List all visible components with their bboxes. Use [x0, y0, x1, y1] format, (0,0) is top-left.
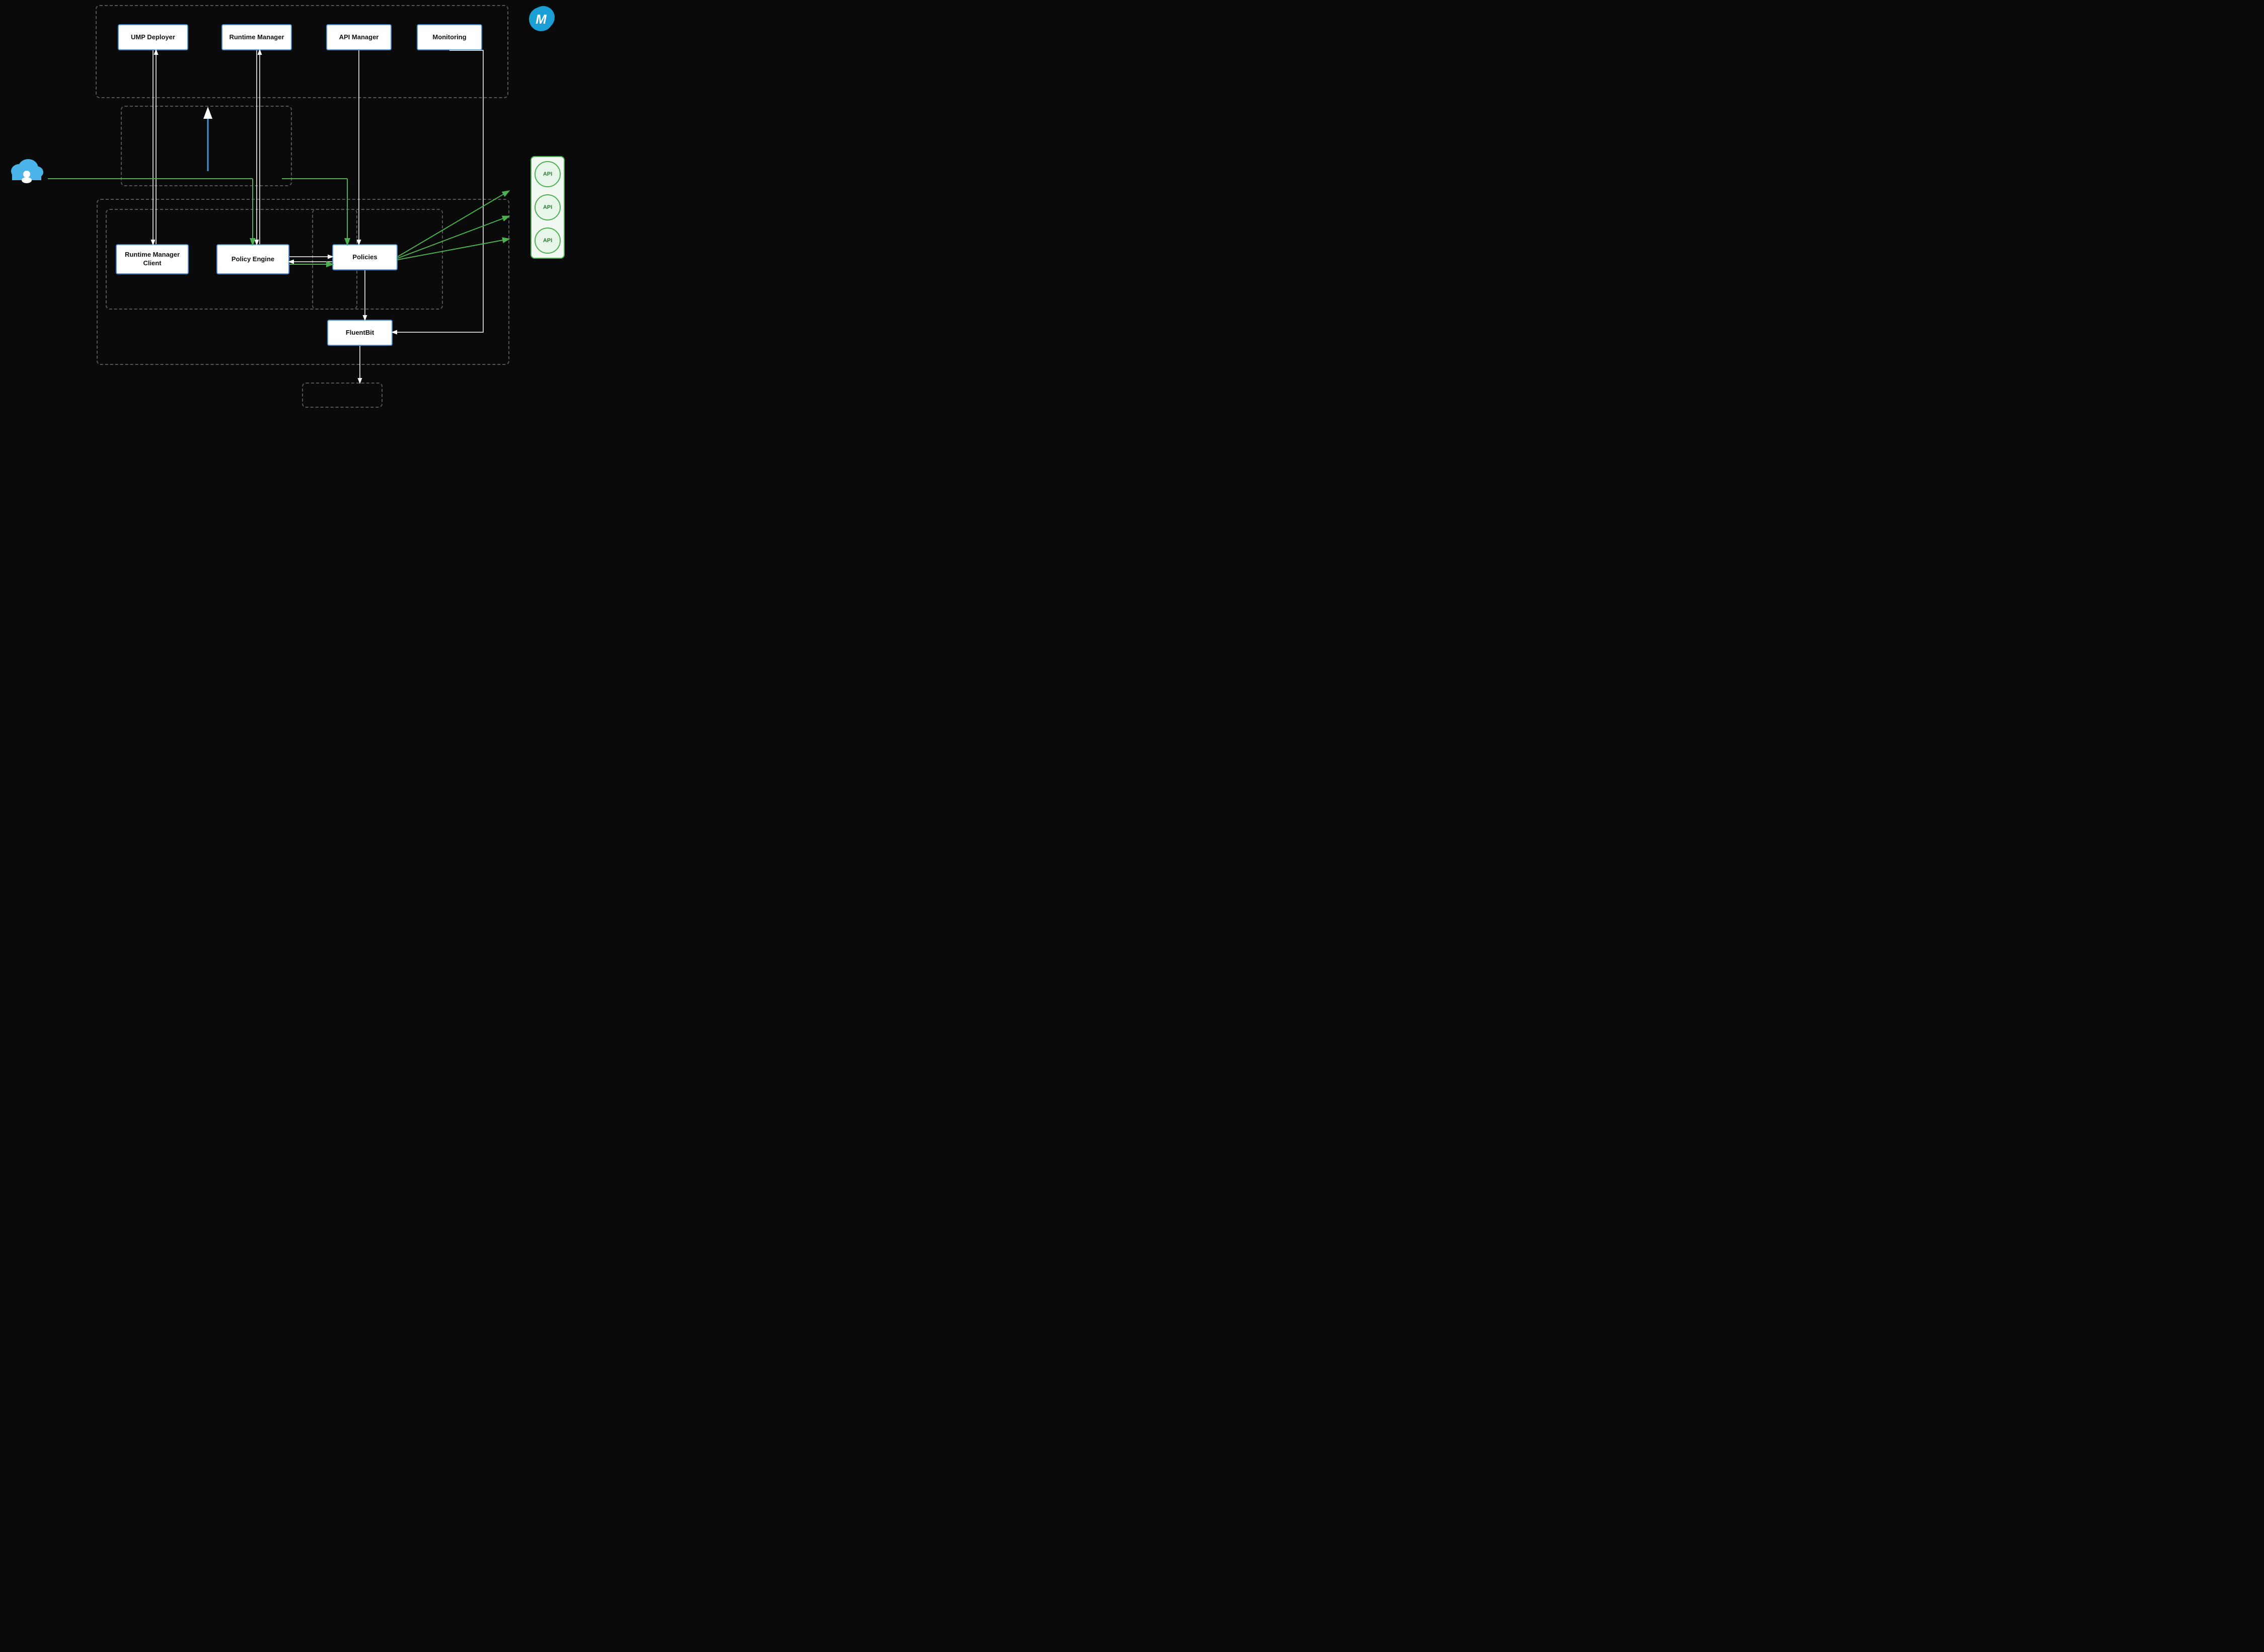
- api-box-1: API: [535, 161, 561, 187]
- policies-box: Policies: [332, 244, 398, 270]
- architecture-diagram: M UMP Deployer Runtime Manager API Manag…: [0, 0, 566, 413]
- api-manager-box: API Manager: [326, 24, 392, 50]
- runtime-manager-client-box: Runtime Manager Client: [116, 244, 189, 274]
- monitoring-box: Monitoring: [417, 24, 482, 50]
- policy-engine-box: Policy Engine: [216, 244, 289, 274]
- runtime-manager-box: Runtime Manager: [221, 24, 292, 50]
- api-container: API API API: [531, 156, 565, 259]
- bottom-region: [302, 383, 383, 408]
- fluentbit-box: FluentBit: [327, 320, 393, 346]
- brand-logo: M: [529, 7, 553, 31]
- api-box-2: API: [535, 194, 561, 220]
- ump-deployer-box: UMP Deployer: [118, 24, 188, 50]
- api-box-3: API: [535, 228, 561, 254]
- top-management-region: [96, 5, 508, 98]
- cloud-icon: [9, 156, 44, 184]
- agent-region-top: [121, 106, 292, 186]
- cloud-user-icon: [9, 156, 44, 184]
